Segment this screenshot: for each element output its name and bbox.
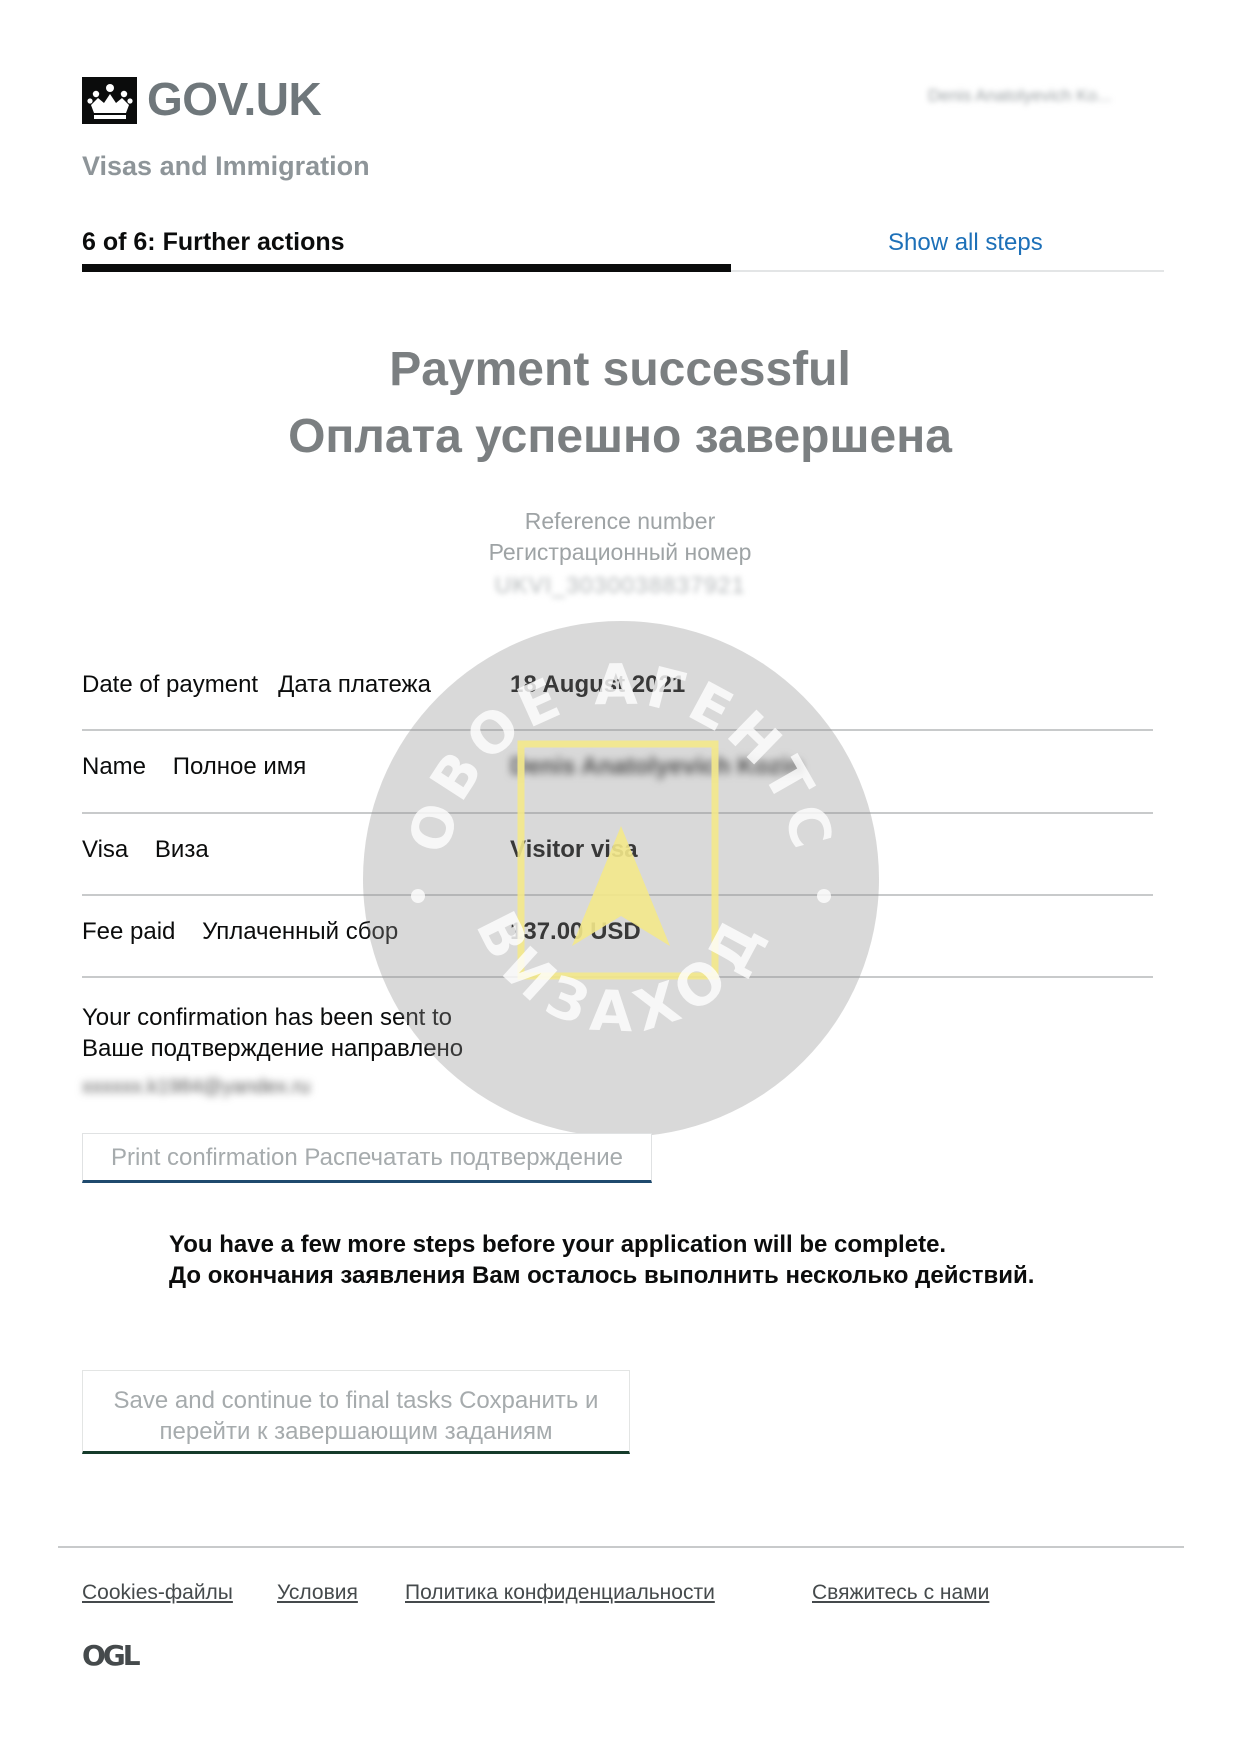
page-title-ru: Оплата успешно завершена: [288, 410, 952, 463]
confirmation-sent-en: Your confirmation has been sent to: [82, 1004, 453, 1031]
confirmation-email: xxxxxx.k1984@yandex.ru: [82, 1076, 311, 1098]
confirmation-sent-ru: Ваше подтверждение направлено: [82, 1035, 464, 1062]
summary-value-name: Denis Anatolyevich Kozin: [510, 753, 803, 780]
row-divider: [82, 812, 1153, 814]
summary-value-fee: 137.00 USD: [510, 918, 641, 945]
reference-label-en: Reference number: [524, 508, 716, 534]
reference-number: UKVI_3030038837921: [494, 572, 746, 598]
footer-link-contact[interactable]: Свяжитесь с нами: [812, 1581, 989, 1605]
crown-icon: [86, 83, 133, 119]
progress-bar-fill: [82, 264, 731, 272]
further-steps-notice-ru: До окончания заявления Вам осталось выпо…: [169, 1262, 1035, 1289]
footer-divider: [58, 1546, 1184, 1548]
signed-in-user: Denis Anatolyevich Ko...: [928, 86, 1112, 105]
footer-link-terms[interactable]: Условия: [277, 1581, 358, 1605]
page-title-en: Payment successful: [389, 343, 851, 396]
save-button-label-line2: перейти к завершающим заданиям: [159, 1417, 553, 1445]
step-indicator: 6 of 6: Further actions: [82, 228, 345, 256]
print-confirmation-button[interactable]: Print confirmation Распечатать подтвержд…: [82, 1133, 652, 1183]
save-button-label-line1: Save and continue to final tasks Сохрани…: [113, 1386, 599, 1414]
summary-value-visa: Visitor visa: [510, 836, 638, 863]
row-divider: [82, 729, 1153, 731]
summary-key-name: Name Полное имя: [82, 753, 307, 780]
summary-key-fee: Fee paid Уплаченный сбор: [82, 918, 399, 945]
stamp-text-top: ВИЗОВОЕ АГЕНТСТВО: [358, 616, 839, 861]
govuk-logo[interactable]: [82, 77, 137, 124]
brand-name[interactable]: GOV.UK: [147, 72, 322, 126]
reference-label-ru: Регистрационный номер: [488, 539, 752, 565]
summary-value-date: 18 August 2021: [510, 671, 686, 698]
further-steps-notice-en: You have a few more steps before your ap…: [169, 1231, 947, 1258]
footer-link-cookies[interactable]: Cookies-файлы: [82, 1581, 233, 1605]
row-divider: [82, 894, 1153, 896]
svg-text:ВИЗОВОЕ АГЕНТСТВО: ВИЗОВОЕ АГЕНТСТВО: [358, 616, 845, 861]
service-name[interactable]: Visas and Immigration: [82, 151, 370, 182]
show-all-steps-link[interactable]: Show all steps: [888, 229, 1043, 257]
ogl-logo[interactable]: OGL: [82, 1641, 148, 1669]
save-and-continue-button[interactable]: Save and continue to final tasks Сохрани…: [82, 1370, 630, 1454]
summary-key-visa: Visa Виза: [82, 836, 209, 863]
footer-link-privacy[interactable]: Политика конфиденциальности: [405, 1581, 715, 1605]
row-divider: [82, 976, 1153, 978]
summary-key-date: Date of payment Дата платежа: [82, 671, 431, 698]
svg-text:OGL: OGL: [82, 1641, 141, 1669]
